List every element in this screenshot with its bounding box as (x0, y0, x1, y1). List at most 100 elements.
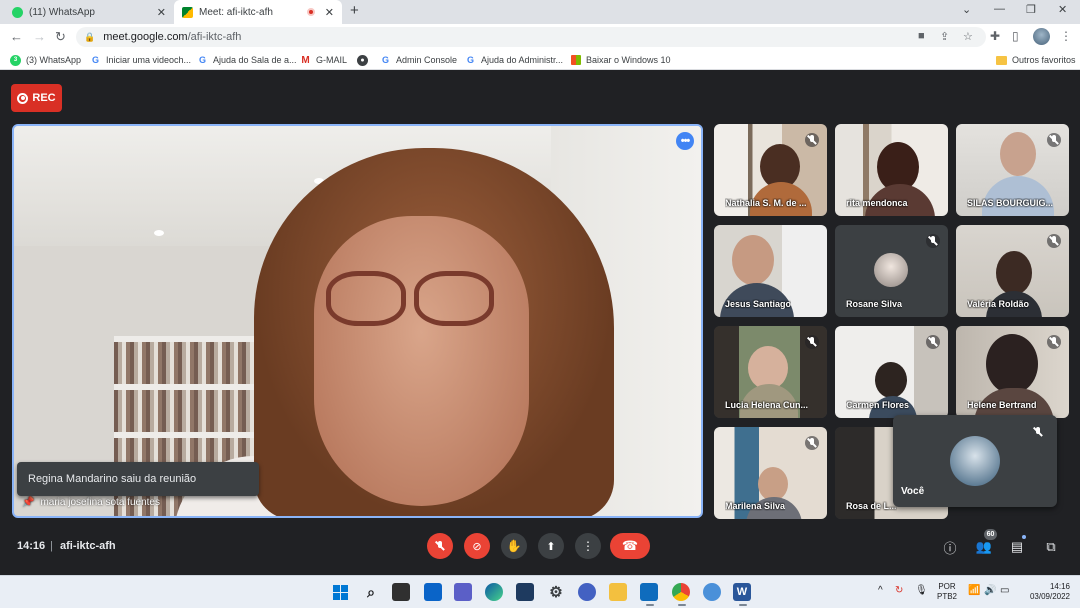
teams-chat-icon[interactable] (454, 583, 472, 601)
activities-icon[interactable]: ⧉ (1042, 538, 1060, 556)
volume-icon[interactable]: 🔊 (984, 585, 996, 596)
share-icon[interactable]: ⇪ (940, 30, 949, 43)
taskbar-clock[interactable]: 14:16 03/09/2022 (1020, 582, 1070, 602)
extensions-icon[interactable]: ✚ (990, 29, 1000, 43)
task-view-icon[interactable] (392, 583, 410, 601)
bookmark-other-folder[interactable]: Outros favoritos (996, 53, 1076, 67)
recording-label: REC (32, 92, 56, 104)
participant-tile[interactable]: Valéria Roldão (956, 225, 1069, 317)
people-icon[interactable]: 👥 (975, 538, 993, 556)
wifi-icon[interactable]: 📶 (968, 585, 980, 596)
tab-whatsapp[interactable]: (11) WhatsApp ✕ (4, 0, 174, 24)
bookmark-windows10[interactable]: Baixar o Windows 10 (571, 53, 671, 67)
browser-tab-bar: (11) WhatsApp ✕ Meet: afi-iktc-afh ✕ + ⌄… (0, 0, 1080, 24)
camera-in-use-icon[interactable]: ■ (918, 30, 925, 42)
camera-off-icon: ⊘ (472, 540, 482, 553)
close-tab-icon[interactable]: ✕ (157, 6, 166, 19)
app-icon[interactable] (703, 583, 721, 601)
address-bar-row: ← → ↻ 🔒 meet.google.com/afi-iktc-afh ■ ⇪… (0, 24, 1080, 50)
sync-icon[interactable]: ↻ (895, 585, 903, 596)
edge-icon[interactable] (485, 583, 503, 601)
app-icon[interactable] (578, 583, 596, 601)
microphone-toggle-button[interactable] (427, 533, 453, 559)
participant-count-badge: 60 (984, 529, 997, 540)
bookmark-ajuda-sala[interactable]: G Ajuda do Sala de a... (197, 53, 297, 67)
bookmark-ajuda-admin[interactable]: G Ajuda do Administr... (465, 53, 563, 67)
participant-head (758, 467, 788, 501)
pin-icon[interactable]: 📌 (22, 497, 34, 508)
forward-icon[interactable]: → (33, 29, 46, 44)
recording-button[interactable]: REC (11, 84, 62, 112)
running-indicator (678, 604, 686, 606)
participant-tile[interactable]: Jesus Santiago (714, 225, 827, 317)
participant-tile[interactable]: rita mendonca (835, 124, 948, 216)
camera-toggle-button[interactable]: ⊘ (464, 533, 490, 559)
url-path: /afi-iktc-afh (187, 31, 242, 43)
minimize-button[interactable]: — (994, 3, 1005, 15)
bookmark-videochamada[interactable]: G Iniciar uma videoch... (90, 53, 191, 67)
tray-chevron-icon[interactable]: ^ (878, 585, 883, 596)
bookmark-star-icon[interactable]: ☆ (963, 30, 973, 43)
language-indicator[interactable]: POR PTB2 (937, 582, 957, 602)
participant-name: Rosane Silva (846, 299, 903, 309)
leave-call-button[interactable]: ☎ (610, 533, 650, 559)
participant-tile[interactable]: Rosane Silva (835, 225, 948, 317)
self-view-tile[interactable]: Você (893, 415, 1057, 507)
participant-tile[interactable]: Marilena Silva (714, 427, 827, 519)
battery-icon[interactable]: ▭ (1000, 585, 1009, 596)
participant-tile[interactable]: Helene Bertrand (956, 326, 1069, 418)
participant-tile[interactable]: Lucia Helena Cun... (714, 326, 827, 418)
side-panel-icon[interactable]: ▯ (1012, 29, 1019, 43)
close-tab-icon[interactable]: ✕ (325, 6, 334, 19)
bookmark-whatsapp[interactable]: 3 (3) WhatsApp (10, 53, 81, 67)
mic-off-icon (1047, 335, 1061, 349)
present-screen-button[interactable]: ⬆ (538, 533, 564, 559)
widgets-icon[interactable] (424, 583, 442, 601)
more-options-button[interactable]: ⋮ (575, 533, 601, 559)
microphone-icon[interactable]: 🎙 (915, 585, 928, 596)
maximize-button[interactable]: ❐ (1026, 3, 1036, 16)
url-input[interactable]: 🔒 meet.google.com/afi-iktc-afh (76, 27, 986, 47)
clock-date: 03/09/2022 (1029, 592, 1070, 601)
tab-meet[interactable]: Meet: afi-iktc-afh ✕ (174, 0, 342, 24)
outlook-icon[interactable] (640, 583, 658, 601)
google-icon: G (198, 55, 206, 65)
bookmark-admin-console[interactable]: G Admin Console (380, 53, 457, 67)
participant-name: Carmen Flores (846, 400, 910, 410)
raise-hand-button[interactable]: ✋ (501, 533, 527, 559)
participant-tile[interactable]: SILAS BOURGUIG... (956, 124, 1069, 216)
lock-icon: 🔒 (84, 31, 96, 42)
self-avatar (950, 436, 1000, 486)
bookmark-gmail[interactable]: M G-MAIL (300, 53, 347, 67)
mic-off-icon (805, 335, 819, 349)
participant-name: Valéria Roldão (967, 299, 1030, 309)
main-speaker-video[interactable] (12, 124, 703, 518)
back-icon[interactable]: ← (10, 29, 23, 44)
mic-off-icon (805, 436, 819, 450)
reload-icon[interactable]: ↻ (55, 29, 66, 45)
meeting-details-icon[interactable]: ⓘ (941, 538, 959, 556)
participant-tile[interactable]: Carmen Flores (835, 326, 948, 418)
start-button[interactable] (331, 583, 349, 601)
chrome-icon[interactable] (672, 583, 690, 601)
present-icon: ⬆ (546, 540, 556, 553)
search-icon[interactable]: ⌕ (362, 583, 380, 601)
chat-unread-dot (1022, 535, 1026, 539)
close-window-button[interactable]: ✕ (1058, 3, 1067, 16)
chat-icon[interactable]: ▤ (1008, 538, 1026, 556)
bookmark-globe[interactable]: ● (357, 53, 373, 67)
browser-menu-icon[interactable]: ⋮ (1060, 29, 1072, 43)
word-icon[interactable]: W (733, 583, 751, 601)
file-explorer-icon[interactable] (609, 583, 627, 601)
windows-logo-icon (333, 585, 340, 592)
new-tab-button[interactable]: + (350, 2, 359, 19)
settings-gear-icon[interactable]: ⚙ (547, 583, 565, 601)
participant-tile[interactable]: Nathalia S. M. de ... (714, 124, 827, 216)
tab-title: Meet: afi-iktc-afh (199, 6, 273, 18)
participant-head (996, 251, 1032, 295)
store-icon[interactable] (516, 583, 534, 601)
tab-search-icon[interactable]: ⌄ (962, 3, 971, 16)
profile-avatar[interactable] (1033, 28, 1050, 45)
bookmark-label: Iniciar uma videoch... (106, 55, 192, 65)
more-options-icon[interactable]: ••• (676, 132, 694, 150)
